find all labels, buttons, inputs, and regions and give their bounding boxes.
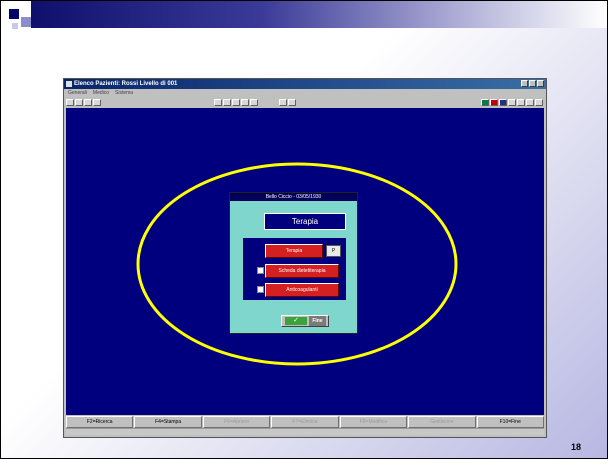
- slide-page-number: 18: [570, 442, 581, 452]
- presentation-slide: Elenco Pazienti: Rossi Livello di 001 Ge…: [0, 0, 608, 459]
- highlight-ellipse: [136, 162, 458, 366]
